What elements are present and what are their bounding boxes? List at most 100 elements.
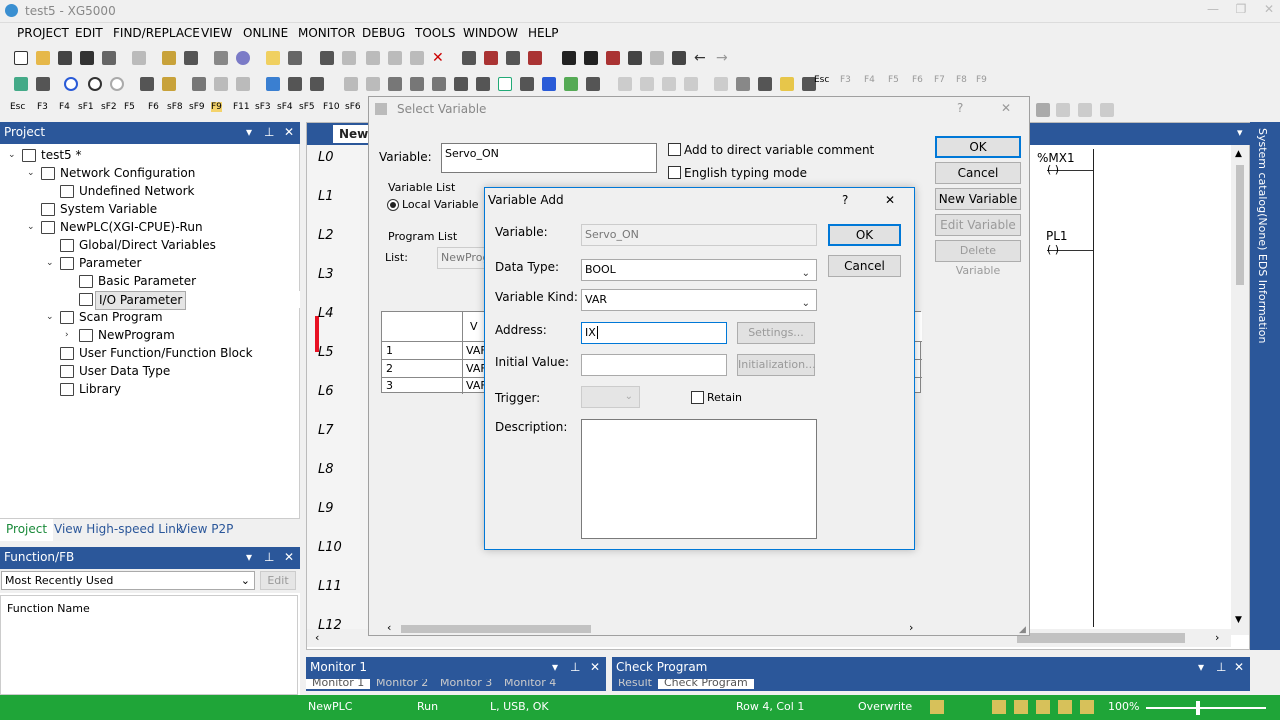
tb2-key-f5[interactable]: F5	[888, 75, 899, 85]
check-dropdown-icon[interactable]: ▾	[1198, 660, 1204, 674]
tb3-key-f10[interactable]: F10	[323, 102, 340, 112]
tb3-key-f9[interactable]: F9	[211, 102, 222, 112]
tree-item[interactable]: System Variable	[0, 201, 300, 218]
tool-icon[interactable]	[236, 77, 250, 91]
search-icon[interactable]	[184, 51, 198, 65]
force-icon[interactable]	[366, 77, 380, 91]
rung-label[interactable]: L4	[318, 306, 334, 321]
tree-expander-icon[interactable]: ›	[65, 327, 69, 344]
rung-label[interactable]: L11	[318, 579, 342, 594]
delete-variable-button[interactable]: Delete Variable	[935, 240, 1021, 277]
copy-icon[interactable]	[388, 51, 402, 65]
bracket-1-icon[interactable]	[618, 77, 632, 91]
monitor-close-icon[interactable]: ✕	[590, 660, 600, 674]
english-mode-checkbox[interactable]	[668, 166, 681, 179]
sv-scroll-left-icon[interactable]: ‹	[387, 621, 391, 634]
delete-rung-icon[interactable]	[528, 51, 542, 65]
bracket-3-icon[interactable]	[662, 77, 676, 91]
zoom-slider[interactable]	[1146, 707, 1266, 709]
lookup-icon[interactable]	[288, 51, 302, 65]
zoom-slider-thumb[interactable]	[1196, 701, 1200, 715]
run-icon[interactable]	[64, 77, 78, 91]
tree-item[interactable]: ⌄ Scan Program	[0, 309, 300, 326]
rung-label[interactable]: L1	[318, 189, 334, 204]
editor-dropdown-icon[interactable]: ▾	[1237, 126, 1243, 139]
report-icon[interactable]	[586, 77, 600, 91]
menu-online[interactable]: ONLINE	[243, 26, 288, 40]
find-device-icon[interactable]	[606, 51, 620, 65]
cpu-icon[interactable]	[432, 77, 446, 91]
va-close-icon[interactable]: ✕	[885, 193, 895, 207]
menu-help[interactable]: HELP	[528, 26, 559, 40]
tree-item[interactable]: Global/Direct Variables	[0, 237, 300, 254]
tree-item[interactable]: User Function/Function Block	[0, 345, 300, 362]
close-window-icon[interactable]: ✕	[1254, 2, 1280, 20]
insert-line-icon[interactable]	[462, 51, 476, 65]
device-icon[interactable]	[410, 77, 424, 91]
function-filter-select[interactable]: Most Recently Used ⌄	[1, 571, 255, 590]
monitor-stop-icon[interactable]	[214, 77, 228, 91]
rung-label[interactable]: L0	[318, 150, 334, 165]
va-ok-button[interactable]: OK	[828, 224, 901, 246]
minimize-icon[interactable]: —	[1198, 2, 1228, 20]
tree-item[interactable]: User Data Type	[0, 363, 300, 380]
sv-ok-button[interactable]: OK	[935, 136, 1021, 158]
replace-all-icon[interactable]	[650, 51, 664, 65]
menu-view[interactable]: VIEW	[201, 26, 232, 40]
menu-find-replace[interactable]: FIND/REPLACE	[113, 26, 200, 40]
write-modified-icon[interactable]	[288, 77, 302, 91]
connect-icon[interactable]	[14, 77, 28, 91]
cut-icon[interactable]	[366, 51, 380, 65]
tab-check-program[interactable]: Check Program	[658, 679, 754, 689]
status-5-icon[interactable]	[1058, 700, 1072, 714]
delete-icon[interactable]: ✕	[432, 51, 446, 65]
status-2-icon[interactable]	[992, 700, 1006, 714]
tb3-key-sf9[interactable]: sF9	[189, 102, 205, 112]
maximize-icon[interactable]: ❐	[1226, 2, 1256, 20]
tb2-key-esc[interactable]: Esc	[814, 75, 829, 85]
rung-label[interactable]: L2	[318, 228, 334, 243]
find-icon[interactable]	[562, 51, 576, 65]
stop-icon[interactable]	[88, 77, 102, 91]
tab-monitor-3[interactable]: Monitor 3	[440, 679, 492, 689]
goto-icon[interactable]	[672, 51, 686, 65]
settings-icon[interactable]	[36, 77, 50, 91]
graph-icon[interactable]	[498, 77, 512, 91]
sv-hscroll[interactable]: ‹ ›	[381, 621, 925, 635]
tree-item[interactable]: Library	[0, 381, 300, 398]
extra-3-icon[interactable]	[1078, 103, 1092, 117]
print-icon[interactable]	[102, 51, 116, 65]
paste-icon[interactable]	[410, 51, 424, 65]
tb3-key-f3[interactable]: F3	[37, 102, 48, 112]
tree-expander-icon[interactable]: ⌄	[27, 219, 35, 236]
module-icon[interactable]	[454, 77, 468, 91]
pane-dropdown-icon[interactable]: ▾	[246, 125, 252, 139]
tab-p2p[interactable]: View P2P	[179, 522, 233, 536]
rung-label[interactable]: L10	[318, 540, 342, 555]
tb2-key-f4[interactable]: F4	[864, 75, 875, 85]
menu-tools[interactable]: TOOLS	[415, 26, 456, 40]
menu-project[interactable]: PROJECT	[17, 26, 69, 40]
tb2-key-f3[interactable]: F3	[840, 75, 851, 85]
write-icon[interactable]	[140, 77, 154, 91]
tb3-key-sf5[interactable]: sF5	[299, 102, 315, 112]
tree-item[interactable]: › NewProgram	[0, 327, 300, 344]
editor-vscroll[interactable]: ▲ ▼	[1231, 145, 1249, 635]
tb3-key-esc[interactable]: Esc	[10, 102, 25, 112]
note-icon[interactable]	[780, 77, 794, 91]
va-cancel-button[interactable]: Cancel	[828, 255, 901, 277]
status-1-icon[interactable]	[930, 700, 944, 714]
diagnose-icon[interactable]	[236, 51, 250, 65]
preview-icon[interactable]	[132, 51, 146, 65]
tree-expander-icon[interactable]: ⌄	[8, 147, 16, 164]
program-list-select[interactable]: NewProgr	[437, 247, 494, 269]
new-file-icon[interactable]	[14, 51, 28, 65]
data-type-select[interactable]: BOOL ⌄	[581, 259, 817, 281]
tree-expander-icon[interactable]: ⌄	[27, 165, 35, 182]
io-icon[interactable]	[344, 77, 358, 91]
redo-icon[interactable]	[342, 51, 356, 65]
tab-monitor-4[interactable]: Monitor 4	[504, 679, 556, 689]
bracket-4-icon[interactable]	[684, 77, 698, 91]
side-tab-catalog[interactable]: System catalog(None) EDS Information	[1256, 128, 1269, 343]
rung-label[interactable]: L7	[318, 423, 334, 438]
